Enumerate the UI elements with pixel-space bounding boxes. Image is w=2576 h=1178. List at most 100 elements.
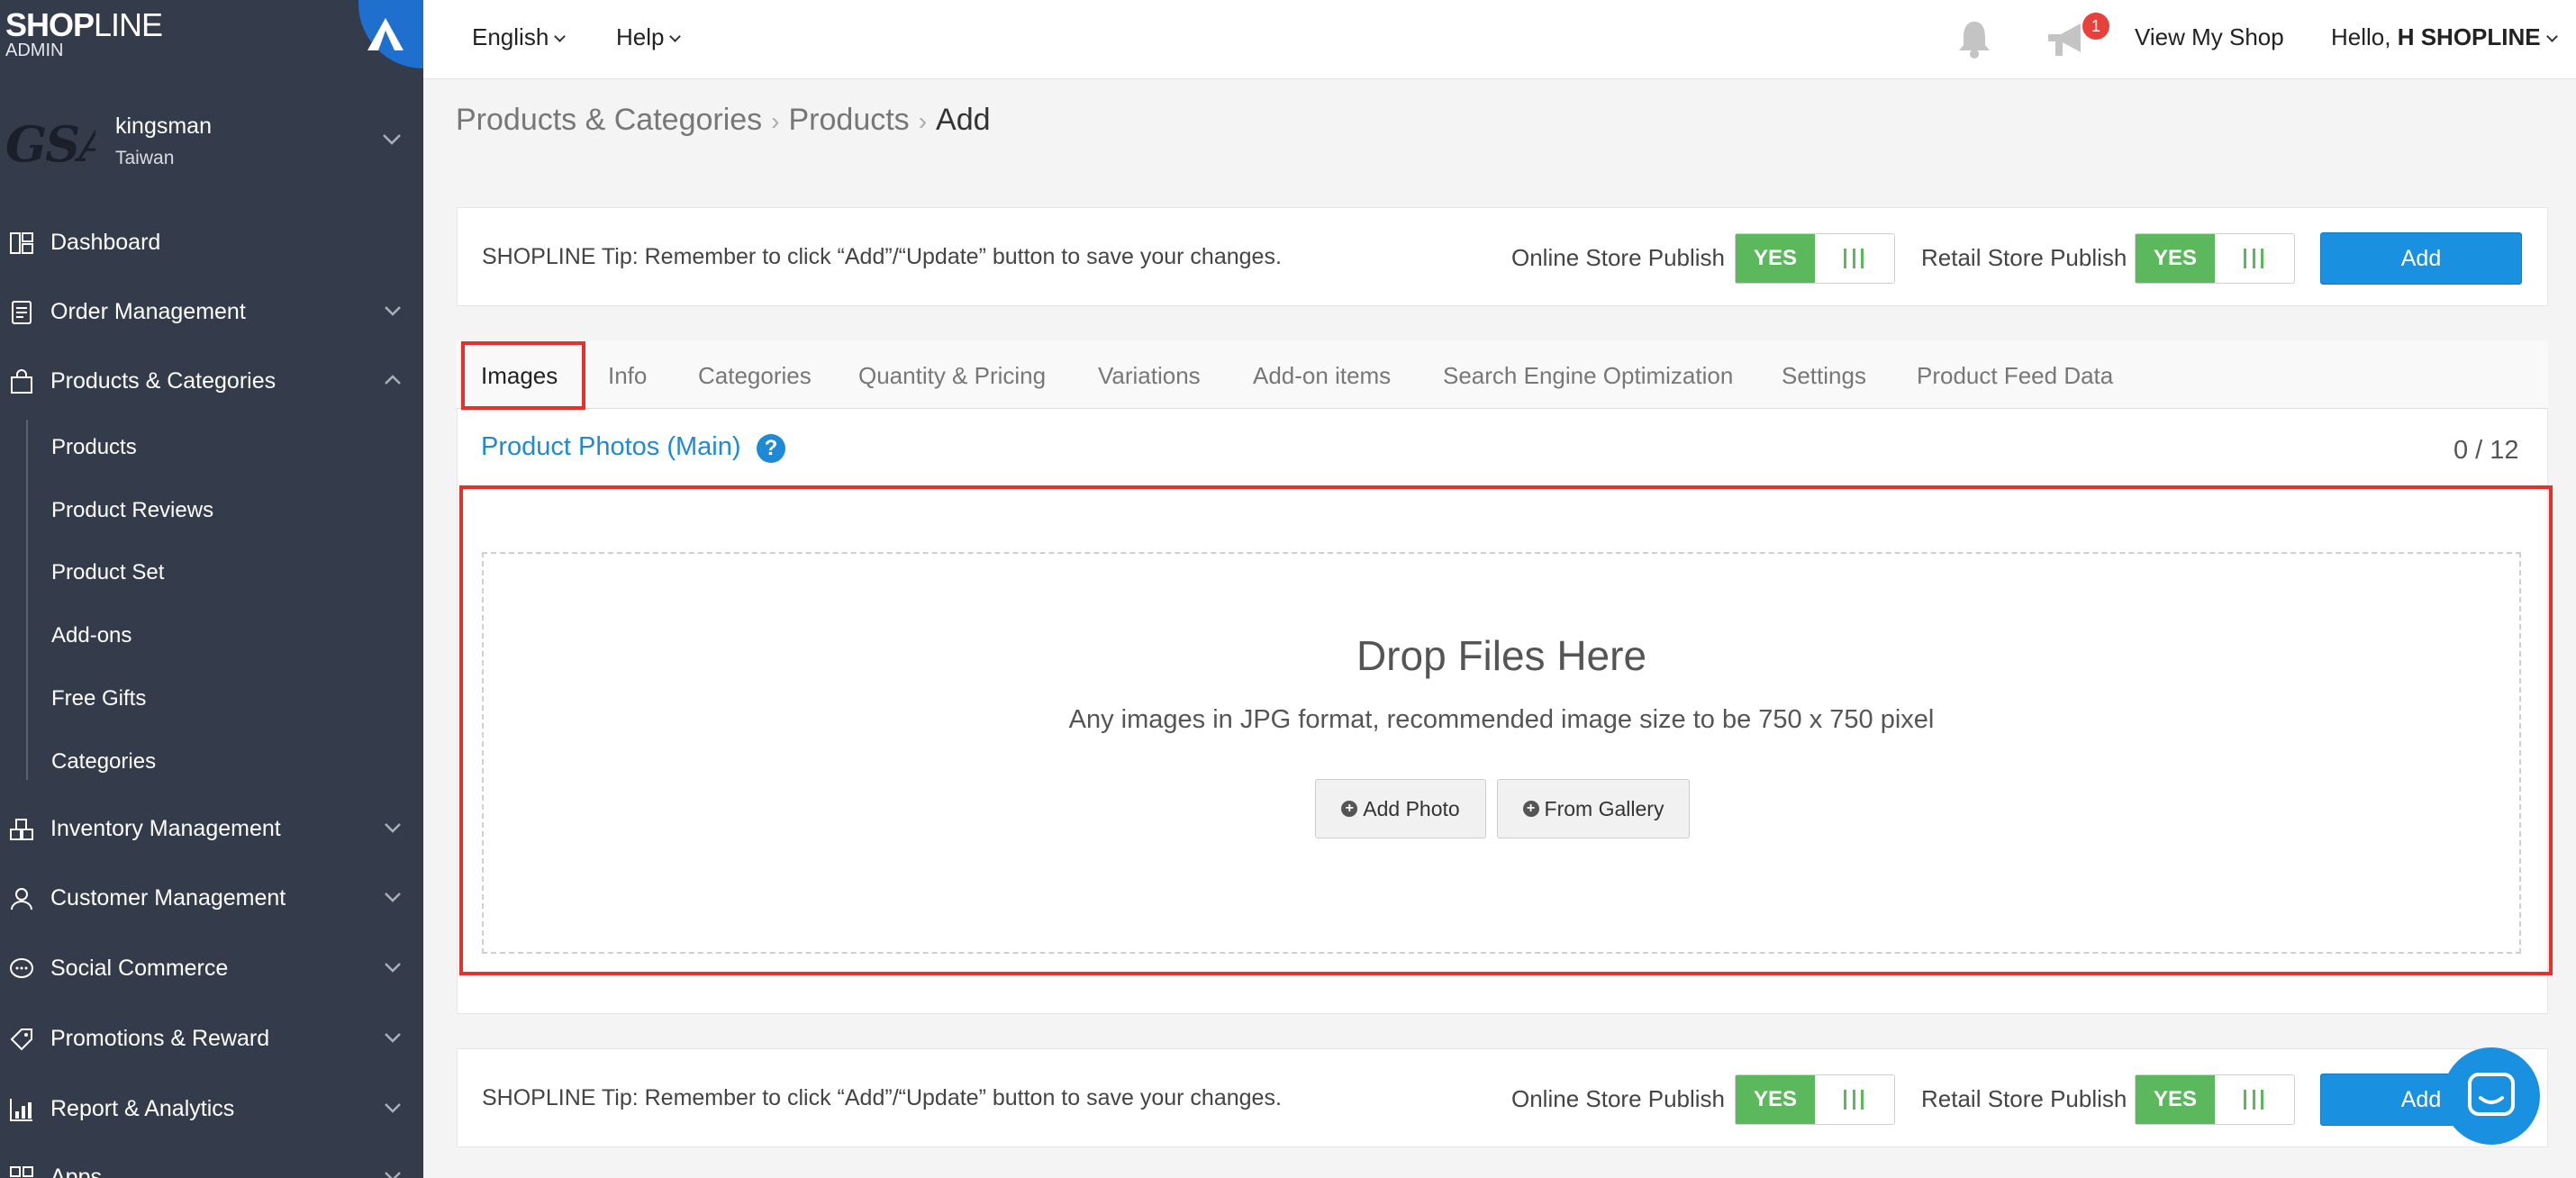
- sidebar-item-label: Inventory Management: [50, 815, 281, 841]
- tab-quantity-pricing[interactable]: Quantity & Pricing: [858, 362, 1046, 390]
- greeting-text: Hello,: [2331, 23, 2391, 50]
- store-avatar: GSA: [5, 115, 95, 169]
- bag-icon: [11, 369, 32, 394]
- language-dropdown[interactable]: English: [472, 23, 567, 51]
- from-gallery-button[interactable]: + From Gallery: [1497, 779, 1690, 838]
- sidebar-item-label: Dashboard: [50, 229, 161, 255]
- sidebar-item-label: Order Management: [50, 298, 246, 324]
- toggle-grip-icon: [2244, 249, 2263, 268]
- from-gallery-label: From Gallery: [1544, 796, 1664, 820]
- photo-dropzone[interactable]: Drop Files Here Any images in JPG format…: [482, 552, 2521, 954]
- chat-icon: [2468, 1073, 2515, 1116]
- tab-variations[interactable]: Variations: [1098, 362, 1201, 390]
- sidebar-item-dashboard[interactable]: Dashboard: [0, 211, 423, 274]
- plus-circle-icon: +: [1522, 801, 1539, 817]
- view-my-shop-link[interactable]: View My Shop: [2135, 23, 2284, 51]
- tip-text: SHOPLINE Tip: Remember to click “Add”/“U…: [482, 1085, 1282, 1110]
- sidebar-item-order-management[interactable]: Order Management: [0, 280, 423, 343]
- retail-store-publish-label: Retail Store Publish: [1921, 244, 2127, 271]
- sidebar-subitem-add-ons[interactable]: Add-ons: [51, 623, 132, 648]
- toggle-yes-label: YES: [1736, 1075, 1815, 1124]
- breadcrumb-products-categories[interactable]: Products & Categories: [456, 103, 762, 137]
- user-name: H SHOPLINE: [2397, 23, 2541, 50]
- tab-seo[interactable]: Search Engine Optimization: [1443, 362, 1733, 390]
- sidebar-item-report-analytics[interactable]: Report & Analytics: [0, 1077, 423, 1140]
- question-icon[interactable]: ?: [757, 434, 785, 463]
- store-switcher[interactable]: GSA kingsman Taiwan: [0, 99, 423, 189]
- toggle-yes-label: YES: [1736, 234, 1815, 283]
- sidebar-item-customer-management[interactable]: Customer Management: [0, 866, 423, 929]
- breadcrumb: Products & Categories › Products › Add: [456, 103, 991, 138]
- chat-launcher-button[interactable]: [2443, 1047, 2540, 1145]
- help-label: Help: [616, 23, 665, 50]
- online-store-publish-label: Online Store Publish: [1511, 244, 1726, 271]
- user-menu[interactable]: Hello, H SHOPLINE: [2331, 23, 2558, 51]
- chevron-down-icon: [385, 1172, 401, 1178]
- tab-categories[interactable]: Categories: [698, 362, 812, 390]
- breadcrumb-separator-icon: ›: [771, 107, 780, 135]
- sidebar-item-inventory-management[interactable]: Inventory Management: [0, 797, 423, 860]
- retail-store-publish-toggle[interactable]: YES: [2135, 1074, 2295, 1125]
- retail-store-publish-label: Retail Store Publish: [1921, 1085, 2127, 1112]
- mountain-icon: [367, 18, 404, 50]
- plus-circle-icon: +: [1341, 801, 1358, 817]
- sidebar-item-label: Promotions & Reward: [50, 1025, 270, 1051]
- sidebar-item-products-categories[interactable]: Products & Categories: [0, 349, 423, 412]
- add-button[interactable]: Add: [2320, 232, 2522, 285]
- breadcrumb-products[interactable]: Products: [789, 103, 910, 137]
- submenu-guide-line: [26, 420, 28, 780]
- sidebar-subitem-product-reviews[interactable]: Product Reviews: [51, 498, 213, 523]
- apps-icon: [10, 1166, 33, 1177]
- logo-light-text: LINE: [94, 6, 163, 43]
- store-region: Taiwan: [115, 148, 175, 168]
- notification-badge: 1: [2082, 13, 2109, 40]
- chart-icon: [10, 1099, 32, 1121]
- sidebar-item-label: Products & Categories: [50, 367, 277, 394]
- sidebar-subitem-product-set[interactable]: Product Set: [51, 560, 164, 585]
- sidebar: SHOPLINE ADMIN GSA kingsman Taiwan Dashb…: [0, 0, 423, 1178]
- drop-title: Drop Files Here: [1356, 632, 1647, 679]
- tab-add-on-items[interactable]: Add-on items: [1253, 362, 1391, 390]
- online-store-publish-toggle[interactable]: YES: [1735, 233, 1895, 284]
- language-label: English: [472, 23, 549, 50]
- logo-bold-text: SHOP: [5, 6, 95, 43]
- bell-icon[interactable]: [1955, 18, 1994, 59]
- help-dropdown[interactable]: Help: [616, 23, 682, 51]
- add-photo-label: Add Photo: [1363, 796, 1460, 820]
- chevron-down-icon: [385, 1103, 401, 1113]
- sidebar-item-promotions-reward[interactable]: Promotions & Reward: [0, 1007, 423, 1070]
- sidebar-subitem-free-gifts[interactable]: Free Gifts: [51, 686, 146, 711]
- tab-product-feed-data[interactable]: Product Feed Data: [1917, 362, 2113, 390]
- chevron-down-icon: [554, 31, 567, 42]
- photo-count: 0 / 12: [2454, 436, 2519, 465]
- chevron-down-icon: [385, 963, 401, 973]
- chevron-down-icon: [385, 306, 401, 316]
- logo-sub-text: ADMIN: [5, 41, 64, 60]
- sidebar-item-social-commerce[interactable]: Social Commerce: [0, 937, 423, 1000]
- toggle-grip-icon: [1844, 1090, 1864, 1110]
- retail-store-publish-toggle[interactable]: YES: [2135, 233, 2295, 284]
- drop-subtitle: Any images in JPG format, recommended im…: [1068, 705, 1935, 734]
- tip-text: SHOPLINE Tip: Remember to click “Add”/“U…: [482, 244, 1282, 269]
- tip-panel-top: SHOPLINE Tip: Remember to click “Add”/“U…: [457, 207, 2548, 306]
- toggle-yes-label: YES: [2136, 234, 2215, 283]
- sidebar-item-label: Apps: [50, 1164, 102, 1178]
- online-store-publish-toggle[interactable]: YES: [1735, 1074, 1895, 1125]
- collapse-sidebar-button[interactable]: [358, 0, 423, 68]
- tab-info[interactable]: Info: [608, 362, 647, 390]
- online-store-publish-label: Online Store Publish: [1511, 1085, 1726, 1112]
- toggle-grip-icon: [1844, 249, 1864, 268]
- sidebar-subitem-categories[interactable]: Categories: [51, 749, 156, 775]
- add-photo-button[interactable]: + Add Photo: [1315, 779, 1486, 838]
- chevron-down-icon: [383, 134, 401, 145]
- breadcrumb-separator-icon: ›: [918, 107, 928, 135]
- tag-icon: [10, 1028, 32, 1051]
- sidebar-item-apps[interactable]: Apps: [0, 1146, 423, 1178]
- sidebar-subitem-products[interactable]: Products: [51, 435, 137, 460]
- chevron-down-icon: [385, 823, 401, 833]
- sidebar-item-label: Report & Analytics: [50, 1095, 235, 1121]
- user-icon: [11, 888, 32, 911]
- toggle-grip-icon: [2244, 1090, 2263, 1110]
- tab-settings[interactable]: Settings: [1782, 362, 1866, 390]
- brand-logo[interactable]: SHOPLINE ADMIN: [5, 6, 163, 60]
